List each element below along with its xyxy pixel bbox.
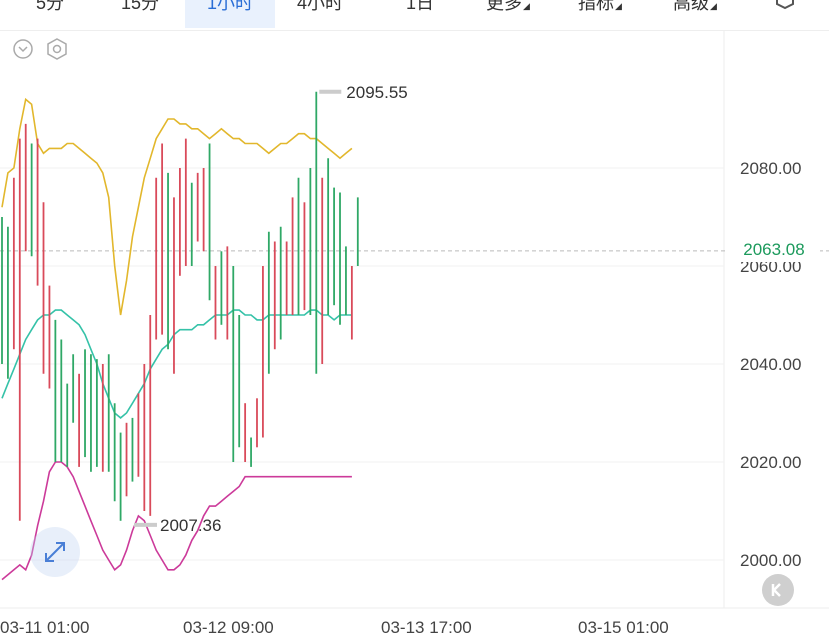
y-tick-label: 2080.00 [740,159,801,178]
tab-3[interactable]: 4小时 [280,0,360,28]
caret-icon: ◢ [523,1,530,11]
tab-2[interactable]: 1小时 [185,0,275,28]
tab-label: 更多 [486,0,523,13]
x-tick-label: 03-15 01:00 [578,618,669,637]
hexagon-gear-icon[interactable] [46,38,68,60]
x-tick-label: 03-11 01:00 [0,618,89,637]
tab-7[interactable]: 高级◢ [655,0,735,28]
tab-label: 15分 [120,0,160,13]
chevron-down-circle-icon[interactable] [12,38,34,60]
price-axis: 2000.002020.002040.002060.002080.00 [740,159,801,570]
tab-0[interactable]: 5分 [10,0,90,28]
tab-6[interactable]: 指标◢ [560,0,640,28]
chart-grid [0,30,829,609]
tab-label: 指标 [578,0,615,13]
high-price-label: 2095.55 [346,83,407,102]
tab-5[interactable]: 更多◢ [468,0,548,28]
expand-arrows-icon[interactable] [30,527,80,577]
y-tick-label: 2000.00 [740,551,801,570]
x-tick-label: 03-13 17:00 [381,618,472,637]
time-axis: 03-11 01:00 03-12 09:00 03-13 17:00 03-15 0… [0,618,669,637]
tab-4[interactable]: 1日 [380,0,460,28]
tab-label: 5分 [35,0,64,13]
y-tick-label: 2040.00 [740,355,801,374]
low-price-label: 2007.36 [160,516,221,535]
caret-icon: ◢ [615,1,622,11]
tab-label: 1小时 [206,0,253,13]
tab-label: 高级 [673,0,710,13]
y-tick-label: 2020.00 [740,453,801,472]
candlesticks [1,91,359,521]
timeframe-toolbar: 5分 15分 1小时 4小时 1日 更多◢ 指标◢ 高级◢ [0,0,829,31]
tab-label: 1日 [405,0,434,13]
tab-label: 4小时 [296,0,343,13]
upper-band-line [1,97,353,316]
double-chevron-left-icon[interactable] [762,574,794,606]
price-chart[interactable]: 2095.552007.36 2000.002020.002040.002060… [0,0,829,642]
current-price-label: 2063.08 [728,238,820,262]
tab-1[interactable]: 15分 [100,0,180,28]
x-tick-label: 03-12 09:00 [183,618,274,637]
caret-icon: ◢ [710,1,717,11]
gear-icon[interactable] [767,0,797,12]
